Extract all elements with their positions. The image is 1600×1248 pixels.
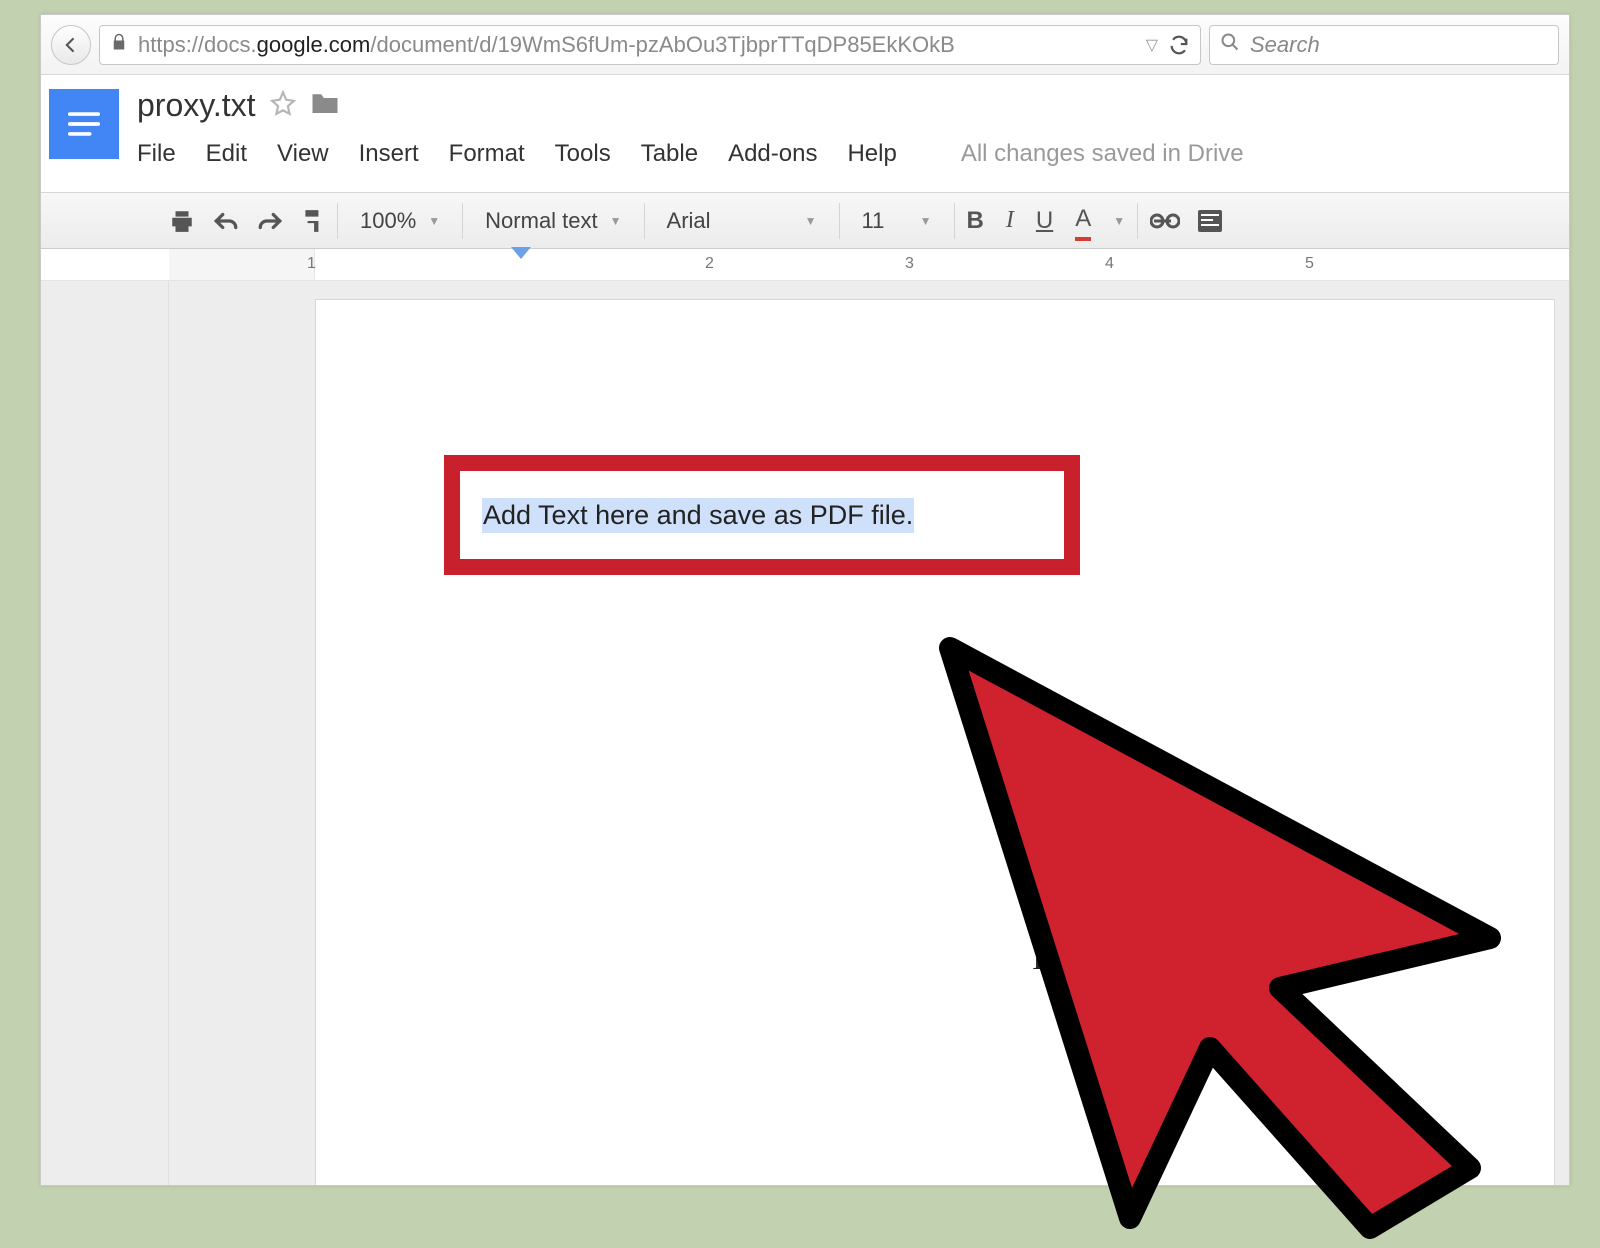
document-page[interactable]: Add Text here and save as PDF file.	[315, 299, 1555, 1186]
redo-icon[interactable]	[257, 210, 283, 232]
back-arrow-icon	[61, 35, 81, 55]
address-bar: https://docs.google.com/document/d/19WmS…	[41, 15, 1569, 75]
menu-addons[interactable]: Add-ons	[728, 140, 817, 168]
menu-table[interactable]: Table	[641, 140, 698, 168]
menu-bar: File Edit View Insert Format Tools Table…	[137, 140, 1569, 168]
url-input[interactable]: https://docs.google.com/document/d/19WmS…	[99, 25, 1201, 65]
italic-button[interactable]: I	[1006, 207, 1014, 234]
menu-tools[interactable]: Tools	[555, 140, 611, 168]
paragraph-style-dropdown[interactable]: Normal text ▼	[475, 208, 631, 234]
menu-file[interactable]: File	[137, 140, 176, 168]
selected-text[interactable]: Add Text here and save as PDF file.	[482, 498, 914, 533]
paragraph-style-value: Normal text	[485, 208, 597, 234]
chevron-down-icon: ▼	[610, 214, 622, 228]
reload-button[interactable]	[1168, 34, 1190, 56]
underline-button[interactable]: U	[1036, 207, 1053, 235]
insert-link-icon[interactable]	[1150, 212, 1180, 230]
ruler-label: 4	[1105, 255, 1114, 273]
text-cursor-icon: I	[1032, 940, 1043, 978]
search-icon	[1220, 32, 1240, 58]
font-dropdown[interactable]: Arial ▼	[657, 208, 827, 234]
ruler-label: 3	[905, 255, 914, 273]
indent-marker-icon[interactable]	[511, 247, 531, 259]
document-title[interactable]: proxy.txt	[137, 87, 256, 124]
paint-format-icon[interactable]	[301, 208, 325, 234]
menu-format[interactable]: Format	[449, 140, 525, 168]
toolbar: 100% ▼ Normal text ▼ Arial ▼ 11 ▼ B I U …	[41, 193, 1569, 249]
menu-insert[interactable]: Insert	[359, 140, 419, 168]
url-text: https://docs.google.com/document/d/19WmS…	[138, 32, 1136, 58]
search-input[interactable]: Search	[1209, 25, 1559, 65]
ruler[interactable]: 1 2 3 4 5	[41, 249, 1569, 281]
font-size-value: 11	[862, 208, 885, 234]
lock-icon	[110, 32, 128, 58]
text-color-button[interactable]: A	[1075, 205, 1091, 237]
menu-help[interactable]: Help	[847, 140, 896, 168]
annotation-highlight-box: Add Text here and save as PDF file.	[444, 455, 1080, 575]
chevron-down-icon[interactable]: ▼	[1113, 214, 1125, 228]
docs-logo-icon	[67, 109, 101, 139]
ruler-label: 2	[705, 255, 714, 273]
folder-icon[interactable]	[310, 90, 340, 121]
docs-header: proxy.txt File Edit View Insert Format T…	[41, 75, 1569, 193]
menu-view[interactable]: View	[277, 140, 329, 168]
chevron-down-icon: ▼	[805, 214, 817, 228]
docs-title-area: proxy.txt File Edit View Insert Format T…	[137, 75, 1569, 192]
zoom-dropdown[interactable]: 100% ▼	[350, 208, 450, 234]
outline-gutter	[41, 281, 169, 1185]
print-icon[interactable]	[169, 209, 195, 233]
font-size-dropdown[interactable]: 11 ▼	[852, 208, 942, 234]
save-status: All changes saved in Drive	[961, 140, 1244, 168]
search-placeholder: Search	[1250, 32, 1320, 58]
ruler-label: 5	[1305, 255, 1314, 273]
chevron-down-icon: ▼	[920, 214, 932, 228]
align-left-icon[interactable]	[1198, 210, 1222, 232]
font-value: Arial	[667, 208, 711, 234]
back-button[interactable]	[51, 25, 91, 65]
chevron-down-icon: ▼	[428, 214, 440, 228]
url-dropdown-icon[interactable]: ▽	[1146, 35, 1158, 55]
editor-area: Add Text here and save as PDF file.	[41, 281, 1569, 1185]
browser-window: https://docs.google.com/document/d/19WmS…	[40, 14, 1570, 1186]
zoom-value: 100%	[360, 208, 416, 234]
menu-edit[interactable]: Edit	[206, 140, 247, 168]
star-icon[interactable]	[270, 90, 296, 121]
undo-icon[interactable]	[213, 210, 239, 232]
docs-logo[interactable]	[49, 89, 119, 159]
ruler-label: 1	[307, 255, 316, 273]
bold-button[interactable]: B	[967, 207, 984, 235]
